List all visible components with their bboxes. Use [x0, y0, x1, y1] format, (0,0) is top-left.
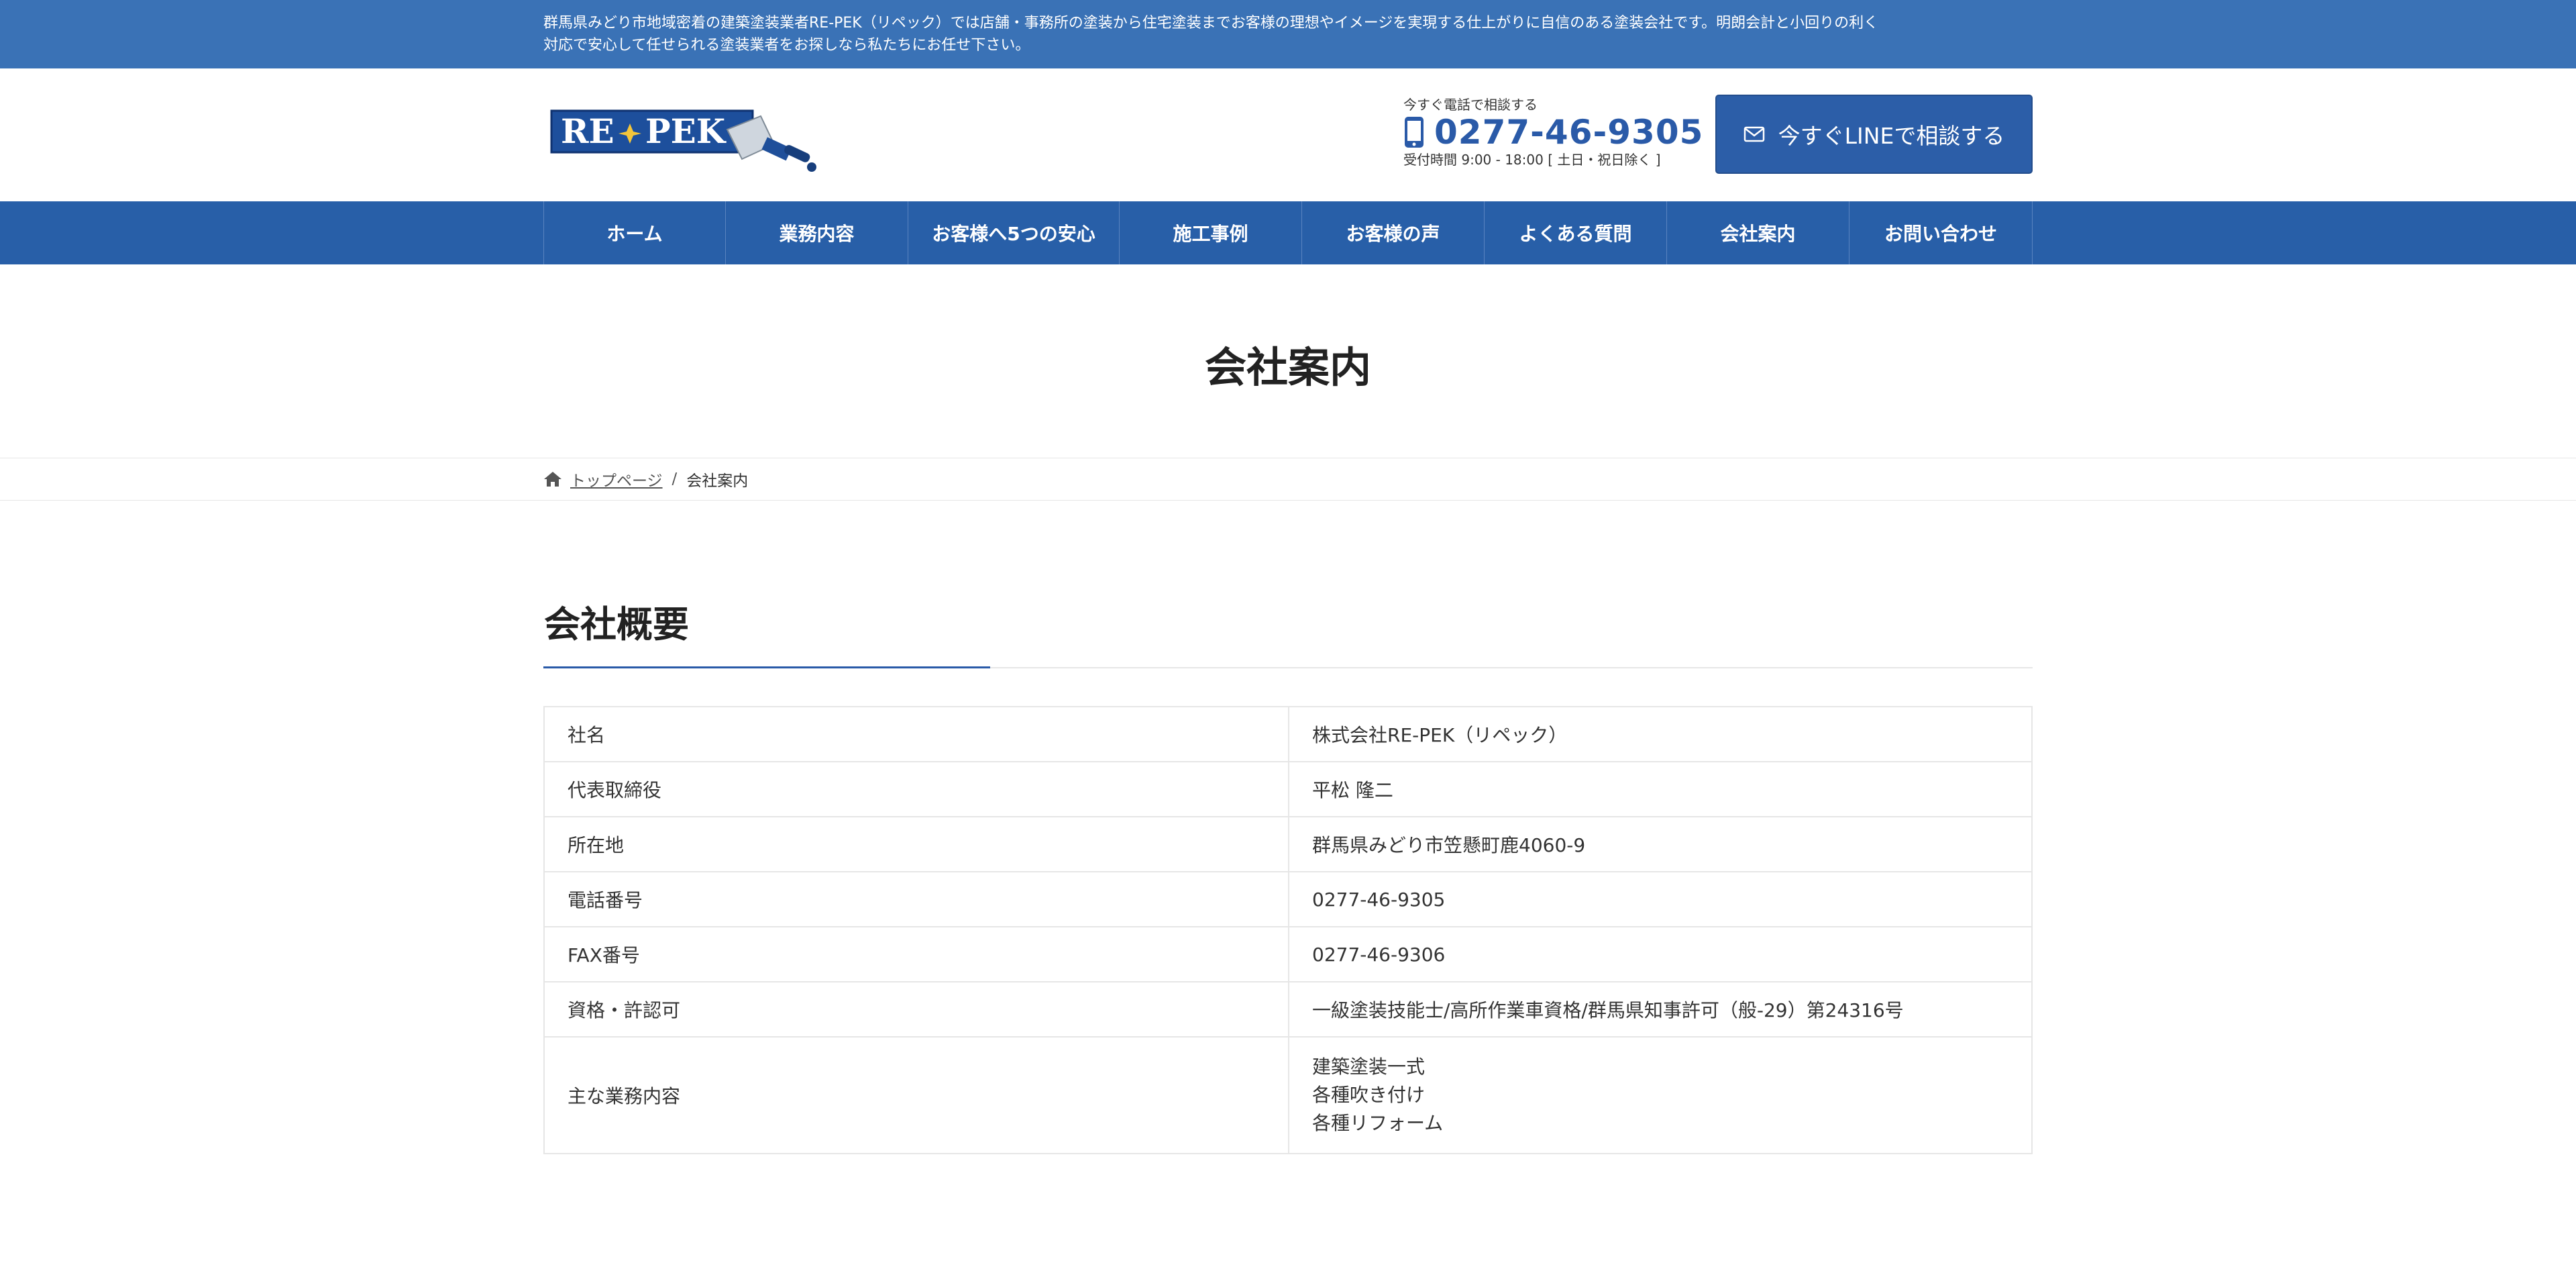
row-label-address: 所在地: [543, 816, 1289, 872]
breadcrumb-current: 会社案内: [686, 472, 749, 490]
section-heading: 会社概要: [544, 603, 689, 646]
table-row: FAX番号 0277-46-9306: [543, 926, 2033, 982]
row-value-address: 群馬県みどり市笠懸町鹿4060-9: [1288, 816, 2033, 872]
global-nav: ホーム 業務内容 お客様へ5つの安心 施工事例 お客様の声 よくある質問 会社案…: [0, 201, 2576, 264]
nav-item-contact[interactable]: お問い合わせ: [1849, 201, 2033, 264]
row-label-phone: 電話番号: [543, 871, 1289, 927]
service-item: 各種リフォーム: [1312, 1112, 1444, 1134]
service-item: 各種吹き付け: [1312, 1084, 1426, 1106]
site-header: RE PEK 今すぐ電話で相談する 0277-46-9305 受付時間 9:00…: [0, 68, 2576, 201]
row-value-fax: 0277-46-9306: [1288, 926, 2033, 982]
company-info-table: 社名 株式会社RE-PEK（リペック） 代表取締役 平松 隆二 所在地 群馬県み…: [543, 706, 2033, 1154]
table-row: 電話番号 0277-46-9305: [543, 871, 2033, 927]
nav-item-works[interactable]: 施工事例: [1120, 201, 1302, 264]
top-info-text-line2: 対応で安心して任せられる塗装業者をお探しなら私たちにお任せ下さい。: [543, 37, 1030, 54]
svg-text:RE: RE: [561, 111, 614, 151]
table-row: 社名 株式会社RE-PEK（リペック）: [543, 706, 2033, 762]
table-row: 代表取締役 平松 隆二: [543, 761, 2033, 817]
table-row: 所在地 群馬県みどり市笠懸町鹿4060-9: [543, 816, 2033, 872]
top-info-bar: 群馬県みどり市地域密着の建築塗装業者RE-PEK（リペック）では店舗・事務所の塗…: [0, 0, 2576, 68]
phone-lead-text: 今すぐ電話で相談する: [1403, 97, 1538, 113]
table-row: 主な業務内容 建築塗装一式 各種吹き付け 各種リフォーム: [543, 1036, 2033, 1154]
nav-item-home[interactable]: ホーム: [544, 201, 726, 264]
nav-item-services[interactable]: 業務内容: [726, 201, 908, 264]
row-value-main-services: 建築塗装一式 各種吹き付け 各種リフォーム: [1288, 1036, 2033, 1154]
breadcrumb-separator: /: [672, 470, 678, 488]
breadcrumb-home-link[interactable]: トップページ: [570, 468, 663, 491]
envelope-icon: [1743, 126, 1764, 142]
phone-number[interactable]: 0277-46-9305: [1434, 114, 1703, 150]
nav-item-faq[interactable]: よくある質問: [1485, 201, 1667, 264]
phone-contact: 今すぐ電話で相談する 0277-46-9305 受付時間 9:00 - 18:0…: [1403, 95, 1703, 169]
heading-divider: [543, 666, 2033, 668]
company-overview-section: 会社概要 社名 株式会社RE-PEK（リペック） 代表取締役 平松 隆二 所在地…: [0, 501, 2576, 1154]
nav-item-company[interactable]: 会社案内: [1667, 201, 1849, 264]
page-title: 会社案内: [1204, 343, 1371, 392]
row-value-licenses: 一級塗装技能士/高所作業車資格/群馬県知事許可（般-29）第24316号: [1288, 981, 2033, 1038]
home-icon: [544, 472, 561, 487]
nav-item-five-assurances[interactable]: お客様へ5つの安心: [908, 201, 1120, 264]
paint-brush-icon: [726, 115, 816, 172]
svg-text:PEK: PEK: [645, 111, 727, 151]
site-logo[interactable]: RE PEK: [547, 101, 822, 176]
row-label-licenses: 資格・許認可: [543, 981, 1289, 1038]
row-label-main-services: 主な業務内容: [543, 1036, 1289, 1154]
row-value-phone: 0277-46-9305: [1288, 871, 2033, 927]
table-row: 資格・許認可 一級塗装技能士/高所作業車資格/群馬県知事許可（般-29）第243…: [543, 981, 2033, 1038]
nav-item-testimonials[interactable]: お客様の声: [1302, 201, 1485, 264]
smartphone-icon: [1405, 117, 1424, 148]
row-value-representative: 平松 隆二: [1288, 761, 2033, 817]
row-label-company-name: 社名: [543, 706, 1289, 762]
row-label-representative: 代表取締役: [543, 761, 1289, 817]
breadcrumb: トップページ / 会社案内: [0, 458, 2576, 501]
line-consult-button[interactable]: 今すぐLINEで相談する: [1715, 95, 2033, 174]
page-header: 会社案内: [0, 264, 2576, 458]
repek-logo-icon: RE PEK: [550, 109, 816, 172]
line-consult-label: 今すぐLINEで相談する: [1778, 123, 2005, 149]
business-hours: 受付時間 9:00 - 18:00 [ 土日・祝日除く ]: [1403, 152, 1661, 168]
top-info-text-line1: 群馬県みどり市地域密着の建築塗装業者RE-PEK（リペック）では店舗・事務所の塗…: [543, 15, 1879, 32]
row-value-company-name: 株式会社RE-PEK（リペック）: [1288, 706, 2033, 762]
row-label-fax: FAX番号: [543, 926, 1289, 982]
service-item: 建築塗装一式: [1312, 1056, 1426, 1078]
